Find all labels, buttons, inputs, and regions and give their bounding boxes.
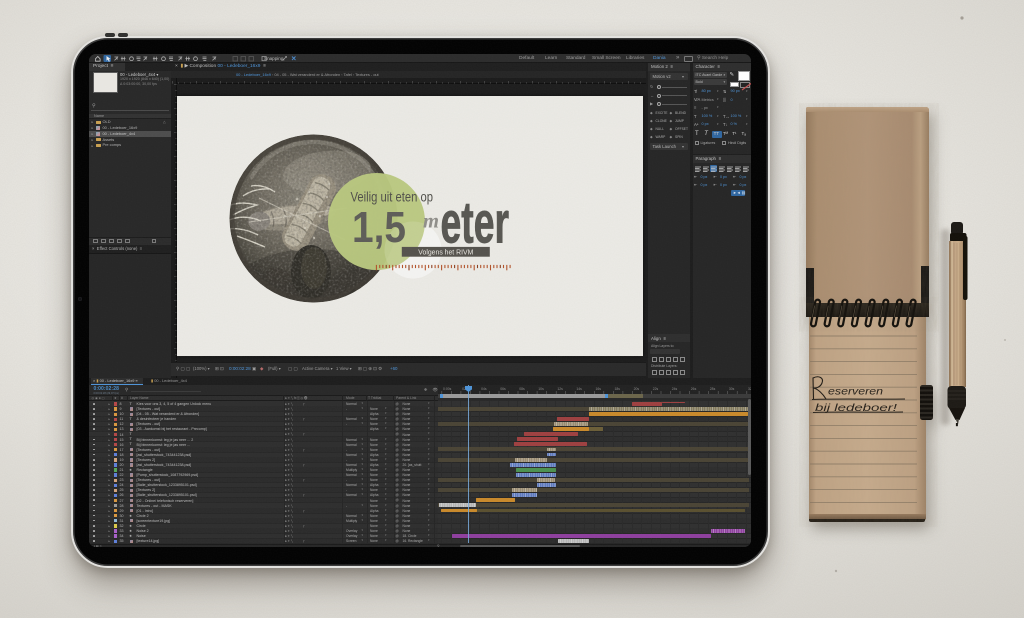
- svg-text:32s: 32s: [748, 387, 752, 391]
- svg-text:26s: 26s: [690, 387, 696, 391]
- svg-text:0:00s: 0:00s: [443, 387, 452, 391]
- svg-text:22s: 22s: [652, 387, 658, 391]
- svg-text:18s: 18s: [614, 387, 620, 391]
- svg-text:04s: 04s: [481, 387, 487, 391]
- svg-text:24s: 24s: [671, 387, 677, 391]
- svg-text:08s: 08s: [519, 387, 525, 391]
- svg-text:m: m: [423, 208, 439, 232]
- svg-text:12s: 12s: [557, 387, 563, 391]
- svg-text:eter: eter: [440, 190, 509, 255]
- svg-text:14s: 14s: [576, 387, 582, 391]
- svg-text:Volgens het RIVM: Volgens het RIVM: [418, 249, 473, 256]
- svg-text:eserveren: eserveren: [828, 387, 884, 398]
- svg-text:30s: 30s: [728, 387, 734, 391]
- svg-text:1,5: 1,5: [352, 203, 406, 251]
- svg-text:Veilig uit eten op: Veilig uit eten op: [350, 189, 433, 204]
- svg-text:16s: 16s: [595, 387, 601, 391]
- svg-text:10s: 10s: [538, 387, 544, 391]
- svg-text:06s: 06s: [500, 387, 506, 391]
- svg-text:20s: 20s: [633, 387, 639, 391]
- svg-text:28s: 28s: [709, 387, 715, 391]
